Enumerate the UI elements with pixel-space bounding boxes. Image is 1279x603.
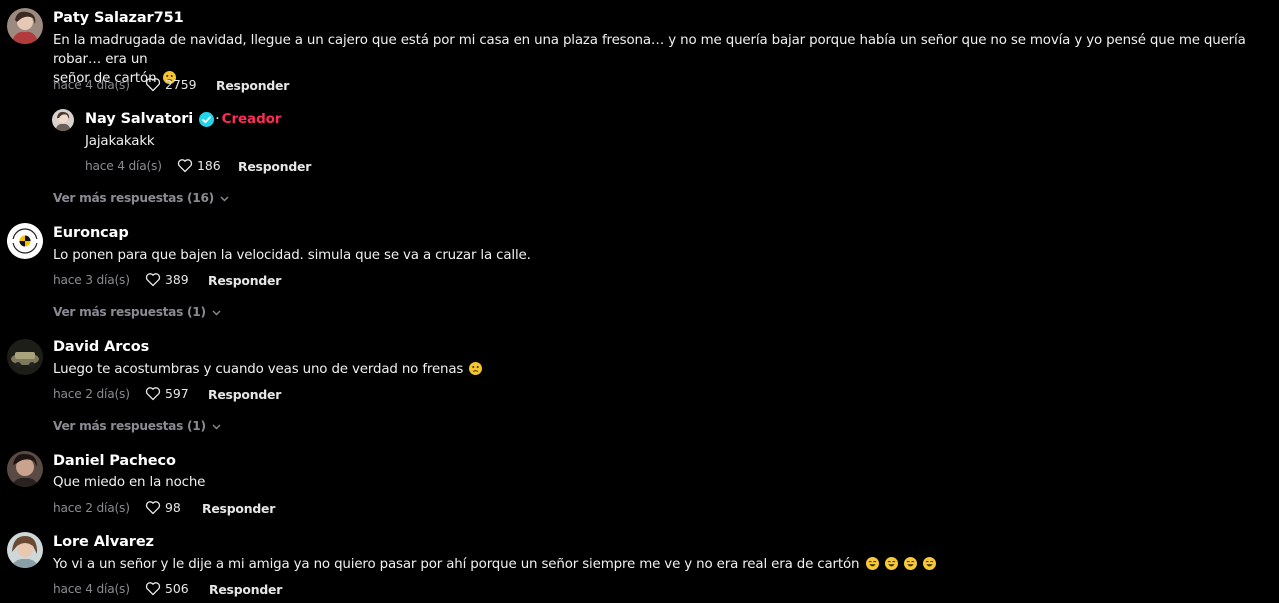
reply-text: Jajakakakk — [85, 134, 155, 149]
like-button[interactable]: 98 — [145, 500, 181, 515]
chevron-down-icon — [212, 419, 221, 433]
like-button[interactable]: 506 — [145, 581, 189, 596]
comment-timestamp: hace 4 día(s) — [53, 582, 130, 596]
like-count: 186 — [197, 158, 221, 173]
comment-timestamp: hace 2 día(s) — [53, 387, 130, 401]
comment-timestamp: hace 4 día(s) — [53, 78, 130, 92]
like-button[interactable]: 597 — [145, 386, 189, 401]
like-count: 506 — [165, 581, 189, 596]
avatar[interactable] — [7, 339, 43, 375]
reply-button[interactable]: Responder — [238, 159, 311, 174]
separator-dot: · — [215, 111, 220, 127]
comment-username[interactable]: Lore Alvarez — [53, 534, 154, 550]
view-more-replies-label: Ver más respuestas (1) — [53, 305, 206, 319]
comment-username[interactable]: David Arcos — [53, 339, 149, 355]
heart-outline-icon — [145, 272, 161, 287]
avatar[interactable] — [7, 532, 43, 568]
heart-outline-icon — [145, 386, 161, 401]
view-more-replies[interactable]: Ver más respuestas (16) — [53, 191, 229, 205]
comment-username[interactable]: Euroncap — [53, 225, 129, 241]
reply-username[interactable]: Nay Salvatori · Creador — [85, 111, 281, 127]
verified-badge-icon — [199, 111, 215, 127]
like-button[interactable]: 389 — [145, 272, 189, 287]
like-count: 98 — [165, 500, 181, 515]
reply-button[interactable]: Responder — [208, 387, 281, 402]
comment-timestamp: hace 3 día(s) — [53, 273, 130, 287]
comment-text: Lo ponen para que bajen la velocidad. si… — [53, 248, 531, 263]
comment-timestamp: hace 2 día(s) — [53, 501, 130, 515]
reply-timestamp: hace 4 día(s) — [85, 159, 162, 173]
comment-username[interactable]: Paty Salazar751 — [53, 10, 184, 26]
like-count: 597 — [165, 386, 189, 401]
like-count: 389 — [165, 272, 189, 287]
avatar[interactable] — [7, 451, 43, 487]
reply-button[interactable]: Responder — [202, 501, 275, 516]
avatar[interactable] — [7, 8, 43, 44]
heart-outline-icon — [145, 500, 161, 515]
reply-button[interactable]: Responder — [209, 582, 282, 597]
heart-outline-icon — [177, 158, 193, 173]
chevron-down-icon — [220, 191, 229, 205]
view-more-replies-label: Ver más respuestas (1) — [53, 419, 206, 433]
comment-text: Yo vi a un señor y le dije a mi amiga ya… — [53, 555, 936, 574]
emoji-icon — [864, 557, 936, 572]
creator-tag: Creador — [221, 111, 282, 127]
chevron-down-icon — [212, 305, 221, 319]
view-more-replies-label: Ver más respuestas (16) — [53, 191, 214, 205]
heart-outline-icon — [145, 581, 161, 596]
comment-username[interactable]: Daniel Pacheco — [53, 453, 176, 469]
like-button[interactable]: 2759 — [145, 77, 197, 92]
comment-text-body: Luego te acostumbras y cuando veas uno d… — [53, 362, 464, 377]
avatar[interactable] — [52, 109, 74, 131]
reply-button[interactable]: Responder — [208, 273, 281, 288]
avatar[interactable] — [7, 223, 43, 259]
view-more-replies[interactable]: Ver más respuestas (1) — [53, 305, 221, 319]
reply-username-text: Nay Salvatori — [85, 111, 194, 127]
comment-text: Luego te acostumbras y cuando veas uno d… — [53, 360, 483, 379]
like-count: 2759 — [165, 77, 197, 92]
emoji-icon — [469, 362, 483, 375]
like-button[interactable]: 186 — [177, 158, 221, 173]
comment-text-body: Yo vi a un señor y le dije a mi amiga ya… — [53, 557, 860, 572]
reply-button[interactable]: Responder — [216, 78, 289, 93]
heart-outline-icon — [145, 77, 161, 92]
comment-text: Que miedo en la noche — [53, 475, 206, 490]
view-more-replies[interactable]: Ver más respuestas (1) — [53, 419, 221, 433]
